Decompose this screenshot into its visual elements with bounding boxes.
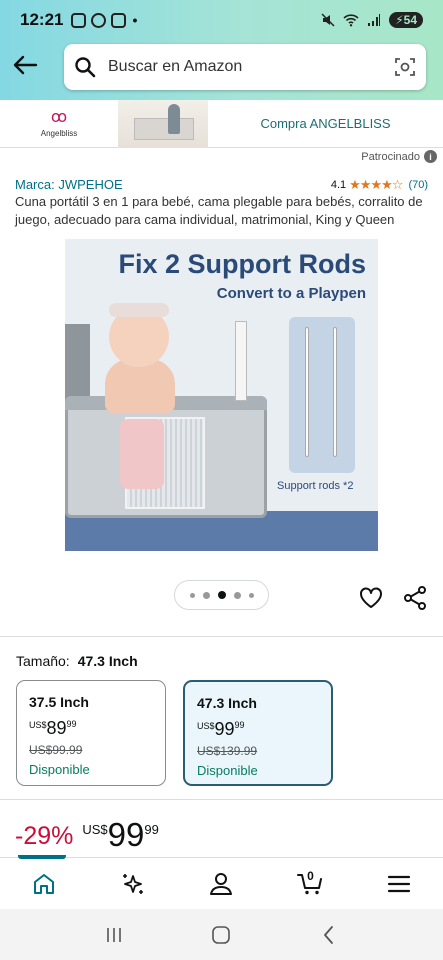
tab-cart[interactable]: 0 [266,858,355,909]
camera-scan-icon[interactable] [394,56,416,78]
price-whole: 99 [107,816,145,853]
rating[interactable]: 4.1 ★★★★☆ (70) [331,177,428,193]
brand-link[interactable]: Marca: JWPEHOE [15,177,123,192]
search-icon [75,57,96,78]
home-button-icon[interactable] [210,924,232,946]
product-image[interactable]: Fix 2 Support Rods Convert to a Playpen … [65,239,378,551]
size-option-price: US$9999 [197,719,245,739]
status-bar: 12:21 • ⚡54 [0,0,443,40]
cart-count: 0 [307,869,314,883]
battery-level: 54 [403,13,417,27]
sponsored-text: Patrocinado [361,150,420,163]
sparkle-icon [122,873,143,894]
share-icon[interactable] [402,585,428,611]
price-block: -29% US$ 99 99 [15,818,159,851]
sponsored-label[interactable]: Patrocinado i [361,150,437,163]
back-arrow-icon[interactable] [12,52,38,78]
size-option-size: 37.5 Inch [29,694,89,710]
gallery-icon [71,12,87,28]
sponsored-banner[interactable]: ꝏ Angelbliss Compra ANGELBLISS [0,99,443,148]
home-icon [34,873,55,894]
carousel-dot[interactable] [189,592,195,598]
bottom-tab-bar: 0 [0,855,443,909]
tab-account[interactable] [177,858,266,909]
size-option-size: 47.3 Inch [197,695,257,711]
discount-percent: -29% [15,822,74,850]
notification-dot: • [132,12,138,28]
size-option-list-price: US$139.99 [197,744,258,758]
status-right: ⚡54 [321,12,423,28]
recent-apps-icon[interactable] [103,924,125,946]
wishlist-heart-icon[interactable] [358,585,384,611]
banner-cta-link[interactable]: Compra ANGELBLISS [208,116,443,131]
support-rods-illustration [289,317,355,473]
size-option-availability: Disponible [29,762,90,777]
size-option-availability: Disponible [197,763,258,778]
system-nav-bar [0,909,443,960]
size-selected-value: 47.3 Inch [77,653,138,669]
image-subhead: Convert to a Playpen [216,285,366,302]
image-carousel-pager[interactable] [174,580,269,610]
rating-count[interactable]: (70) [408,179,428,191]
brand-logo-mark: ꝏ [50,108,68,126]
tab-menu[interactable] [354,858,443,909]
size-option-price: US$8999 [29,718,77,738]
wifi-icon [343,14,359,27]
size-option-list-price: US$99.99 [29,743,83,757]
status-time: 12:21 [20,10,64,29]
divider [0,636,443,637]
price-currency: US$ [82,822,108,837]
size-option-selected[interactable]: 47.3 Inch US$9999 US$139.99 Disponible [183,680,333,786]
instagram-icon [111,12,127,28]
header: 12:21 • ⚡54 Buscar en Amazon [0,0,443,100]
tab-rufus[interactable] [89,858,178,909]
size-label-text: Tamaño: [16,653,70,669]
status-app-icons [71,12,127,28]
tab-home[interactable] [0,855,89,909]
image-headline: Fix 2 Support Rods [118,249,366,279]
rods-caption: Support rods *2 [277,480,354,492]
rating-stars: ★★★★☆ [349,177,403,192]
rating-value: 4.1 [330,179,347,191]
system-back-icon[interactable] [318,924,340,946]
carousel-dot[interactable] [248,592,254,598]
divider [0,799,443,800]
active-tab-indicator [18,855,66,859]
mute-icon [321,13,335,27]
size-option[interactable]: 37.5 Inch US$8999 US$99.99 Disponible [16,680,166,786]
search-input[interactable]: Buscar en Amazon [108,58,394,76]
account-icon [210,872,233,895]
whatsapp-icon [91,12,107,28]
banner-photo [118,99,208,148]
signal-icon [368,14,381,26]
carousel-dot[interactable] [202,591,210,599]
menu-icon [387,875,410,892]
search-bar[interactable]: Buscar en Amazon [64,44,426,90]
price-cents: 99 [144,822,159,837]
carousel-dot-active[interactable] [217,591,226,599]
baby-illustration [105,359,175,414]
carousel-dot[interactable] [233,591,241,599]
battery-indicator: ⚡54 [389,12,423,28]
info-icon[interactable]: i [424,150,437,163]
brand-logo-text: Angelbliss [40,128,78,138]
size-selector-label: Tamaño: 47.3 Inch [16,653,138,669]
brand-logo: ꝏ Angelbliss [0,100,118,148]
product-title: Cuna portátil 3 en 1 para bebé, cama ple… [15,194,423,227]
